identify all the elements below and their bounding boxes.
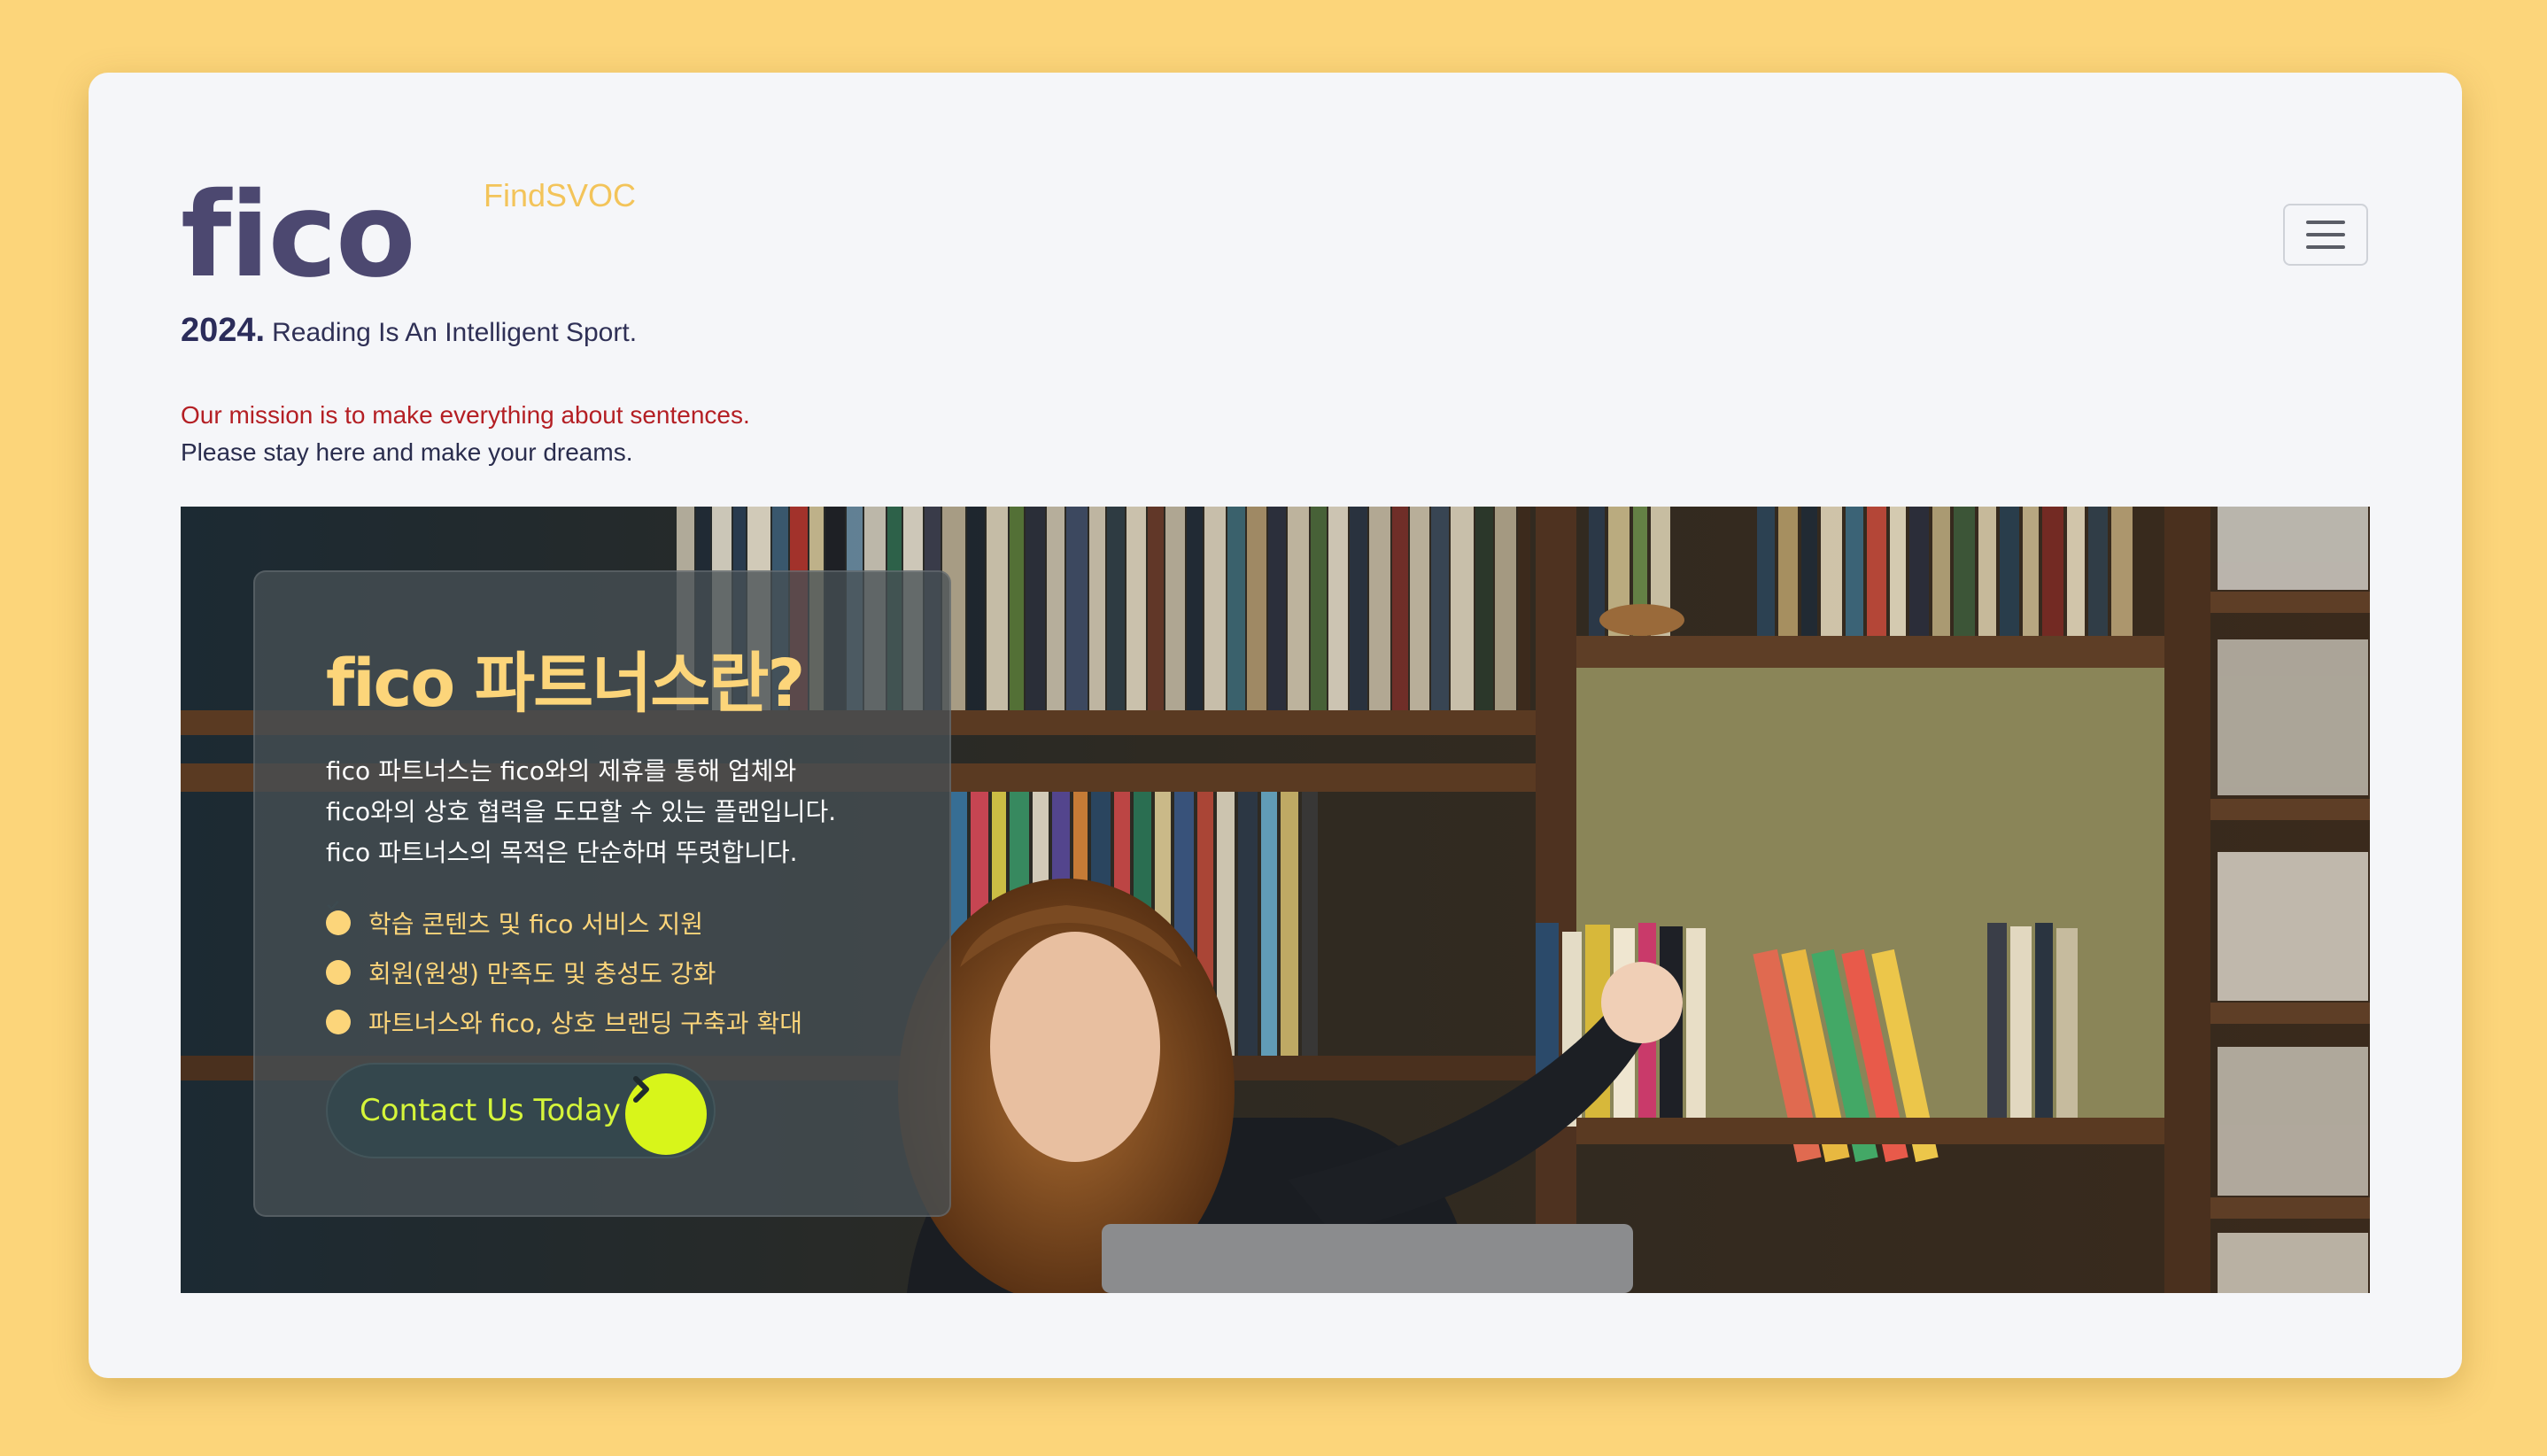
tagline-text: Reading Is An Intelligent Sport. bbox=[272, 318, 638, 347]
menu-toggle-button[interactable] bbox=[2283, 204, 2368, 266]
check-circle-icon bbox=[326, 901, 351, 1034]
contact-us-label: Contact Us Today bbox=[360, 1093, 621, 1128]
contact-us-button[interactable]: Contact Us Today bbox=[326, 1063, 716, 1158]
check-circle-icon bbox=[326, 901, 351, 985]
mission-statement: Our mission is to make everything about … bbox=[181, 397, 750, 471]
hamburger-icon bbox=[2306, 221, 2345, 224]
description-line-3: fico 파트너스의 목적은 단순하며 뚜렷합니다. bbox=[326, 838, 798, 867]
description-line-1: fico 파트너스는 fico와의 제휴를 통해 업체와 bbox=[326, 756, 797, 786]
logo-subtitle: FindSVOC bbox=[484, 177, 637, 213]
feature-item: 학습 콘텐츠 및 fico 서비스 지원 bbox=[326, 898, 802, 948]
hero-banner: fico 파트너스란? fico 파트너스는 fico와의 제휴를 통해 업체와… bbox=[181, 507, 2370, 1293]
tagline-year: 2024. bbox=[181, 312, 266, 349]
feature-list: 학습 콘텐츠 및 fico 서비스 지원 회원(원생) 만족도 및 충성도 강화… bbox=[326, 898, 802, 1047]
feature-item: 파트너스와 fico, 상호 브랜딩 구축과 확대 bbox=[326, 901, 802, 1047]
main-card: fico FindSVOC 2024. Reading Is An Intelli… bbox=[89, 73, 2462, 1378]
panel-description: fico 파트너스는 fico와의 제휴를 통해 업체와 fico와의 상호 협… bbox=[326, 751, 928, 873]
logo-wordmark: fico bbox=[181, 167, 416, 304]
mission-line-2: Please stay here and make your dreams. bbox=[181, 438, 633, 466]
chevron-right-icon bbox=[625, 1073, 707, 1155]
tagline: 2024. Reading Is An Intelligent Sport. bbox=[181, 312, 637, 350]
feature-text: 회원(원생) 만족도 및 충성도 강화 bbox=[368, 959, 716, 988]
feature-text: 학습 콘텐츠 및 fico 서비스 지원 bbox=[368, 910, 704, 939]
panel-title: fico 파트너스란? bbox=[326, 646, 805, 722]
feature-text: 파트너스와 fico, 상호 브랜딩 구축과 확대 bbox=[368, 1009, 802, 1038]
description-line-2: fico와의 상호 협력을 도모할 수 있는 플랜입니다. bbox=[326, 797, 837, 826]
feature-item: 회원(원생) 만족도 및 충성도 강화 bbox=[326, 901, 802, 997]
partners-info-panel: fico 파트너스란? fico 파트너스는 fico와의 제휴를 통해 업체와… bbox=[253, 570, 951, 1217]
check-circle-icon bbox=[326, 901, 351, 935]
mission-line-1: Our mission is to make everything about … bbox=[181, 401, 750, 429]
